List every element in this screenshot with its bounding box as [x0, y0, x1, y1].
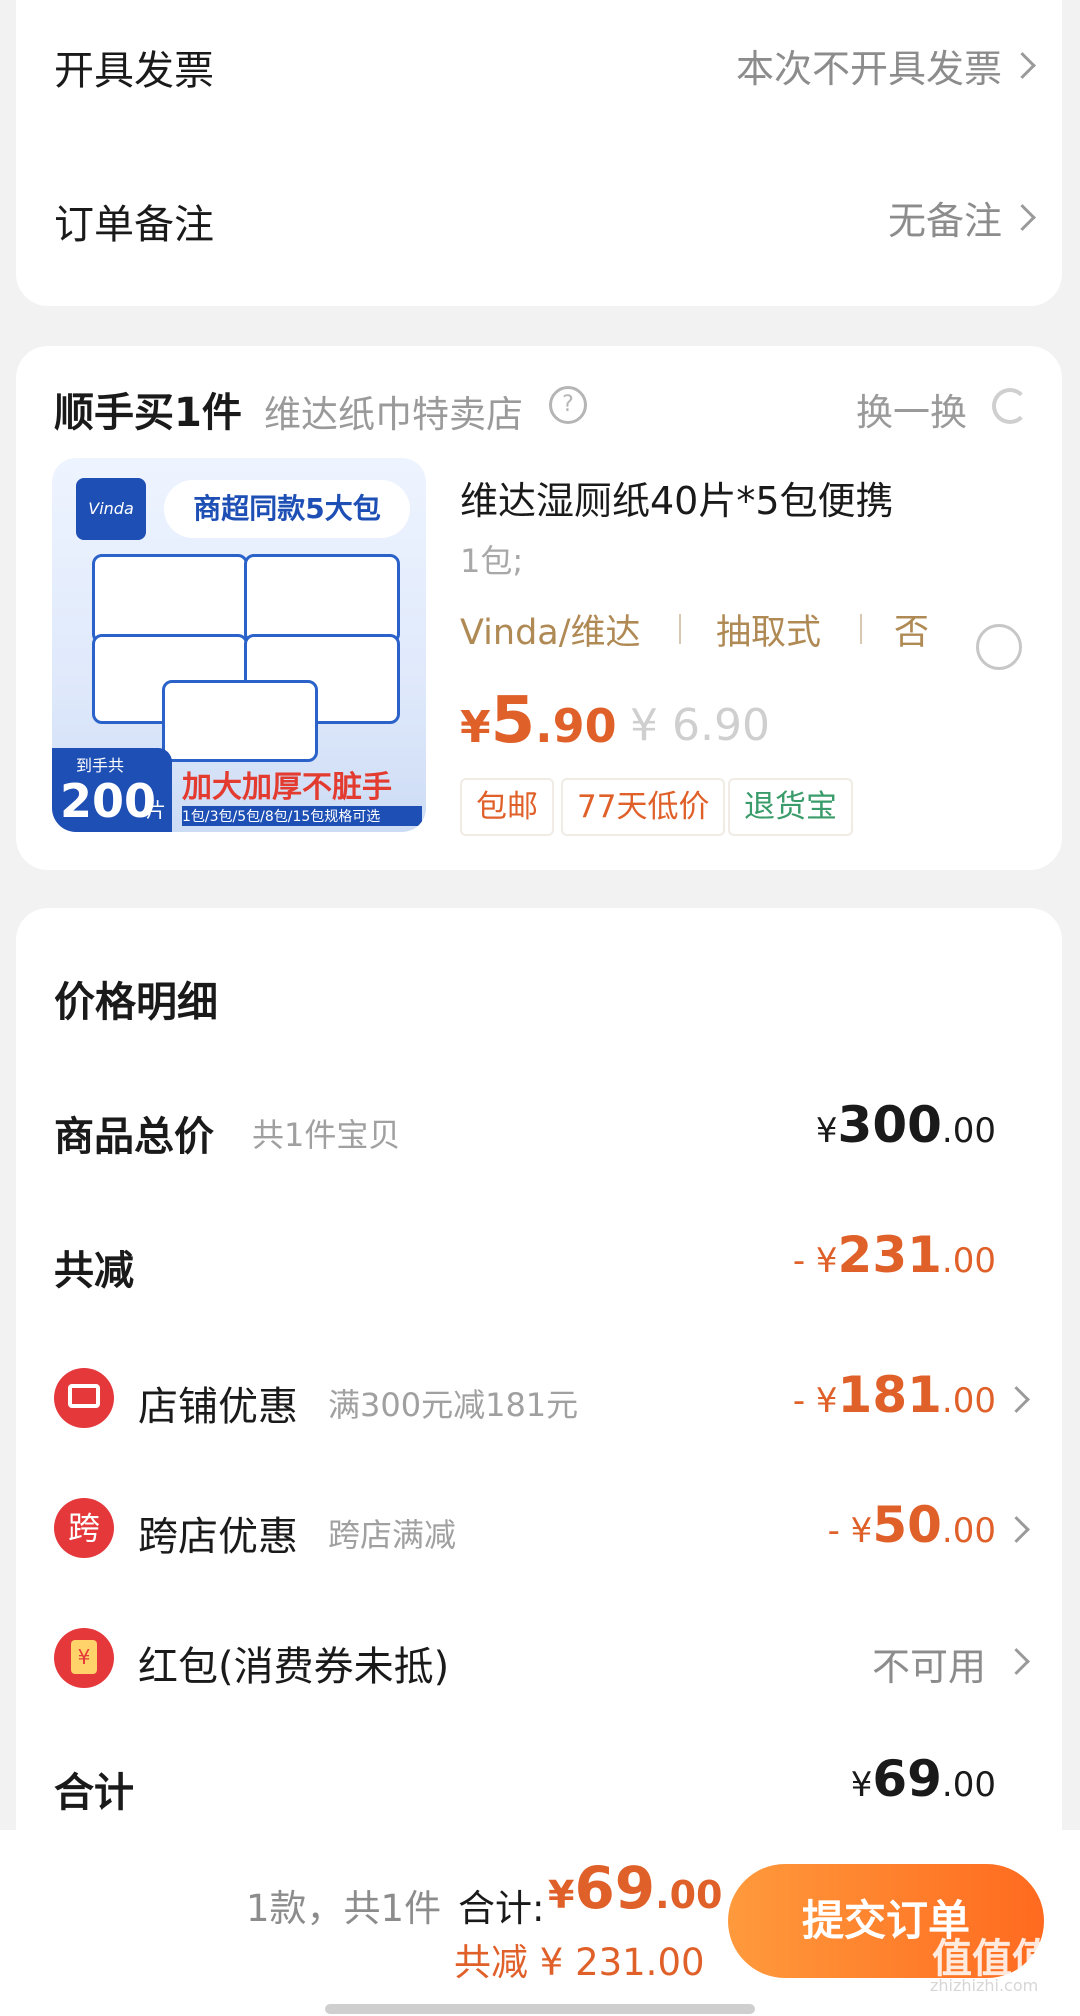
product-price: ¥5.90 — [460, 684, 617, 758]
cross-discount-amount: - ¥50.00 — [828, 1496, 996, 1554]
red-packet-row[interactable]: ¥ 红包(消费券未抵) 不可用 — [16, 1608, 1062, 1708]
cross-discount-row[interactable]: 跨 跨店优惠 跨店满减 - ¥50.00 — [16, 1478, 1062, 1578]
reduce-label: 共减 — [54, 1248, 134, 1294]
red-packet-value: 不可用 — [871, 1645, 986, 1689]
cross-discount-dec: .00 — [941, 1511, 996, 1551]
price-yen: ¥ — [460, 702, 491, 753]
addon-store-name[interactable]: 维达纸巾特卖店 — [264, 384, 523, 438]
invoice-value: 本次不开具发票 — [735, 47, 1002, 91]
price-int: 5 — [490, 684, 536, 758]
badge-number: 200 — [60, 774, 157, 828]
total-amount: ¥300.00 — [816, 1096, 996, 1154]
cross-discount-sub: 跨店满减 — [328, 1516, 457, 1554]
sum-dec: .00 — [941, 1765, 996, 1805]
reduce-amount: - ¥231.00 — [793, 1226, 996, 1284]
bottom-total-label: 合计: — [458, 1887, 545, 1930]
bottom-total-amount: ¥69.00 — [548, 1854, 723, 1922]
bottom-total-int: 69 — [574, 1854, 656, 1922]
sum-int: 69 — [872, 1750, 942, 1808]
help-icon[interactable]: ? — [549, 386, 587, 424]
refresh-icon[interactable] — [992, 388, 1028, 424]
red-packet-icon: ¥ — [54, 1628, 114, 1688]
cross-store-icon: 跨 — [54, 1498, 114, 1558]
remark-label: 订单备注 — [54, 202, 214, 248]
chevron-right-icon — [1003, 1386, 1030, 1413]
shop-discount-int: 181 — [837, 1366, 942, 1424]
reduce-dec: .00 — [941, 1241, 996, 1281]
swap-label[interactable]: 换一换 — [856, 382, 967, 436]
wipes-pack — [244, 554, 400, 644]
store-icon — [54, 1368, 114, 1428]
sum-label: 合计 — [54, 1770, 134, 1816]
invoice-label: 开具发票 — [54, 48, 214, 94]
image-bottom-banner: 加大加厚不脏手 — [182, 770, 392, 805]
attr-divider — [679, 614, 681, 644]
shop-discount-amount: - ¥181.00 — [793, 1366, 996, 1424]
remark-value: 无备注 — [887, 199, 1002, 243]
item-count: 1款，共1件 — [246, 1887, 442, 1930]
order-options-card: 开具发票 本次不开具发票 订单备注 无备注 — [16, 0, 1062, 306]
invoice-row[interactable]: 本次不开具发票 — [516, 30, 1046, 100]
tag-low-price: 77天低价 — [561, 778, 726, 836]
home-indicator — [325, 2004, 755, 2014]
image-badge: 到手共 200 片 — [52, 748, 172, 832]
total-label: 商品总价 — [54, 1114, 214, 1160]
image-spec-line: 1包/3包/5包/8包/15包规格可选 — [182, 806, 422, 826]
remark-row[interactable]: 无备注 — [516, 182, 1046, 252]
reduce-prefix: - ¥ — [792, 1241, 838, 1281]
product-spec: 1包; — [460, 542, 524, 580]
chevron-right-icon — [1003, 1516, 1030, 1543]
sum-amount: ¥69.00 — [851, 1750, 996, 1808]
tag-return-insurance: 退货宝 — [728, 778, 853, 836]
product-attr: Vinda/维达 — [460, 613, 641, 653]
total-dec: .00 — [941, 1111, 996, 1151]
total-yen: ¥ — [815, 1111, 838, 1151]
tag-free-shipping: 包邮 — [460, 778, 554, 836]
cross-discount-int: 50 — [872, 1496, 942, 1554]
shop-discount-row[interactable]: 店铺优惠 满300元减181元 - ¥181.00 — [16, 1348, 1062, 1448]
bottom-total-dec: .00 — [655, 1873, 723, 1917]
product-name[interactable]: 维达湿厕纸40片*5包便携 — [460, 470, 894, 525]
wipes-pack — [162, 680, 318, 762]
wipes-pack — [92, 554, 248, 644]
red-packet-label: 红包(消费券未抵) — [138, 1644, 450, 1690]
badge-unit: 片 — [146, 798, 166, 822]
price-detail-card: 价格明细 商品总价 共1件宝贝 ¥300.00 共减 - ¥231.00 店铺优… — [16, 908, 1062, 1868]
shop-discount-label: 店铺优惠 — [138, 1384, 298, 1430]
select-radio[interactable] — [976, 624, 1022, 670]
image-top-banner: 商超同款5大包 — [164, 480, 410, 538]
watermark-url: zhizhizhi.com — [930, 1976, 1039, 1995]
shop-discount-sub: 满300元减181元 — [328, 1386, 579, 1424]
attr-divider — [860, 614, 862, 644]
total-int: 300 — [837, 1096, 942, 1154]
vinda-logo: Vinda — [76, 478, 146, 540]
total-sub: 共1件宝贝 — [252, 1116, 401, 1154]
price-dec: .90 — [535, 699, 617, 753]
original-price: ¥ 6.90 — [630, 700, 770, 751]
addon-card: 顺手买1件 维达纸巾特卖店 ? 换一换 Vinda 商超同款5大包 到手共 20… — [16, 346, 1062, 870]
shop-discount-prefix: - ¥ — [792, 1381, 838, 1421]
cross-discount-label: 跨店优惠 — [138, 1514, 298, 1560]
chevron-right-icon — [1009, 52, 1036, 79]
chevron-right-icon — [1009, 204, 1036, 231]
cross-discount-prefix: - ¥ — [827, 1511, 873, 1551]
shop-discount-dec: .00 — [941, 1381, 996, 1421]
bottom-bar: 1款，共1件 合计: ¥69.00 共减 ¥ 231.00 提交订单 值值值 z… — [0, 1830, 1080, 2016]
addon-title: 顺手买1件 — [54, 390, 242, 436]
sum-yen: ¥ — [850, 1765, 873, 1805]
reduce-int: 231 — [837, 1226, 942, 1284]
bottom-reduce: 共减 ¥ 231.00 — [454, 1941, 705, 1984]
badge-top-text: 到手共 — [76, 756, 125, 775]
product-attr: 抽取式 — [716, 613, 822, 653]
product-attr: 否 — [894, 613, 930, 653]
price-detail-title: 价格明细 — [54, 978, 218, 1026]
bottom-total-yen: ¥ — [548, 1873, 575, 1917]
product-image[interactable]: Vinda 商超同款5大包 到手共 200 片 加大加厚不脏手 1包/3包/5包… — [52, 458, 426, 832]
chevron-right-icon — [1003, 1648, 1030, 1675]
